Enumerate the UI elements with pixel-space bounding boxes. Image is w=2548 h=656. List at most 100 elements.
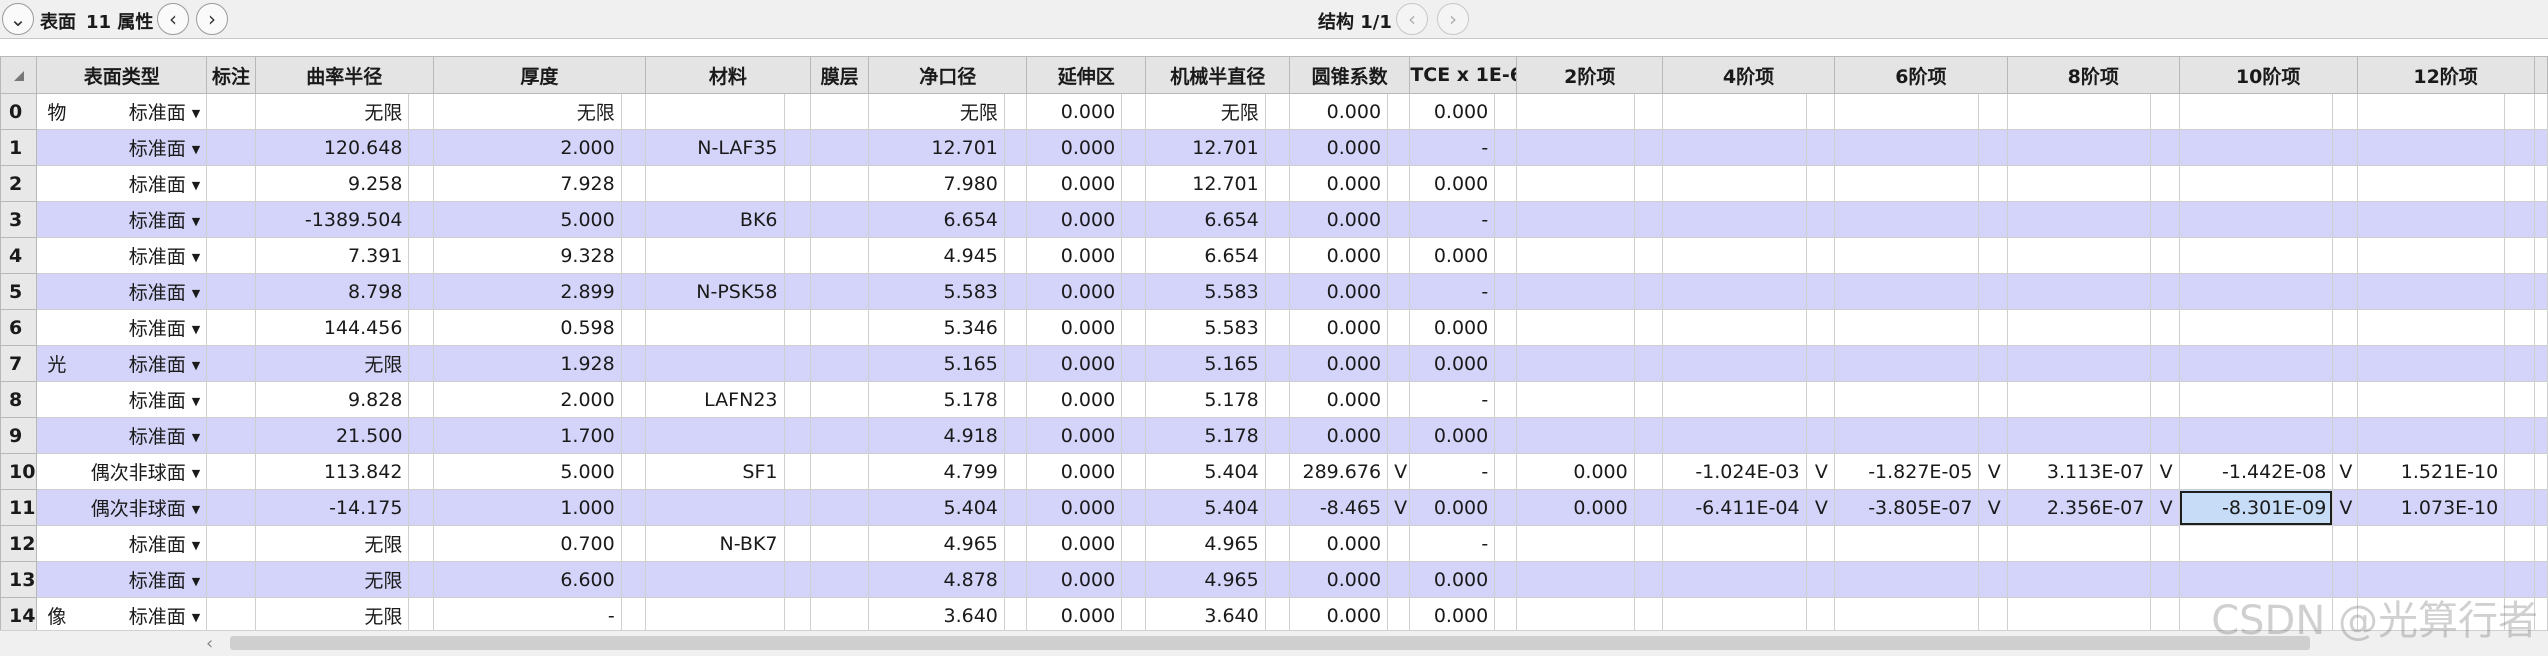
- comment-cell[interactable]: [206, 237, 256, 274]
- coef-10th-order-cell[interactable]: [2178, 201, 2334, 238]
- tce-solve-cell[interactable]: [1494, 165, 1518, 202]
- tce-cell[interactable]: 0.000: [1409, 345, 1496, 382]
- material-solve-cell[interactable]: [783, 381, 811, 418]
- coef-4th-order-variable-flag[interactable]: [1805, 417, 1835, 454]
- thickness-cell[interactable]: -: [432, 597, 622, 630]
- mech-semi-diameter-cell[interactable]: 4.965: [1145, 561, 1266, 598]
- coef-2nd-order-cell[interactable]: [1516, 201, 1635, 238]
- radius-solve-cell[interactable]: [408, 237, 434, 274]
- clear-aperture-cell[interactable]: 4.945: [868, 237, 1005, 274]
- thickness-cell[interactable]: 7.928: [432, 165, 622, 202]
- comment-cell[interactable]: [206, 129, 256, 166]
- mech-semi-diameter-cell[interactable]: 5.583: [1145, 273, 1266, 310]
- surface-type-cell[interactable]: 标准面 ▼: [36, 525, 208, 562]
- conic-cell[interactable]: 0.000: [1288, 237, 1389, 274]
- radius-cell[interactable]: 21.500: [254, 417, 410, 454]
- coef-2nd-order-flag[interactable]: [1633, 453, 1664, 490]
- conic-cell[interactable]: 289.676: [1288, 453, 1389, 490]
- radius-solve-cell[interactable]: [408, 93, 434, 130]
- coef-12th-order-cell[interactable]: [2356, 273, 2506, 310]
- dropdown-arrow-icon[interactable]: ▼: [192, 539, 200, 552]
- coef-10th-order-variable-flag[interactable]: [2332, 129, 2358, 166]
- conic-cell[interactable]: -8.465: [1288, 489, 1389, 526]
- clear-aperture-solve-cell[interactable]: [1003, 417, 1028, 454]
- coef-4th-order-variable-flag[interactable]: [1805, 597, 1835, 630]
- coating-cell[interactable]: [809, 561, 870, 598]
- material-solve-cell[interactable]: [783, 93, 811, 130]
- col-header-8th-order[interactable]: 8阶项: [2006, 56, 2180, 94]
- col-header-conic[interactable]: 圆锥系数: [1288, 56, 1411, 94]
- clear-aperture-cell[interactable]: 5.583: [868, 273, 1005, 310]
- col-header-clear-aperture[interactable]: 净口径: [868, 56, 1028, 94]
- table-row[interactable]: 1 标准面 ▼ 120.648 2.000 N-LAF35 12.701 0.000 12.70…: [0, 129, 2548, 166]
- dropdown-arrow-icon[interactable]: ▼: [192, 431, 200, 444]
- radius-solve-cell[interactable]: [408, 561, 434, 598]
- extension-cell[interactable]: 0.000: [1026, 273, 1123, 310]
- thickness-solve-cell[interactable]: [620, 165, 647, 202]
- dropdown-arrow-icon[interactable]: ▼: [192, 611, 200, 624]
- coef-12th-order-cell[interactable]: 1.521E-10: [2356, 453, 2506, 490]
- material-solve-cell[interactable]: [783, 129, 811, 166]
- dropdown-arrow-icon[interactable]: ▼: [192, 323, 200, 336]
- table-row[interactable]: 12 标准面 ▼ 无限 0.700 N-BK7 4.965 0.000 4.965 0.000-: [0, 525, 2548, 562]
- coef-10th-order-variable-flag[interactable]: V: [2332, 453, 2358, 490]
- coef-4th-order-variable-flag[interactable]: [1805, 309, 1835, 346]
- material-solve-cell[interactable]: [783, 237, 811, 274]
- surface-type-cell[interactable]: 标准面 ▼: [36, 165, 208, 202]
- comment-cell[interactable]: [206, 561, 256, 598]
- coef-2nd-order-flag[interactable]: [1633, 381, 1664, 418]
- coef-4th-order-cell[interactable]: [1662, 273, 1807, 310]
- coef-8th-order-cell[interactable]: [2006, 525, 2152, 562]
- conic-variable-flag[interactable]: [1387, 525, 1411, 562]
- tce-cell[interactable]: -: [1409, 273, 1496, 310]
- extension-cell[interactable]: 0.000: [1026, 129, 1123, 166]
- coef-2nd-order-flag[interactable]: [1633, 309, 1664, 346]
- material-cell[interactable]: [645, 237, 785, 274]
- clear-aperture-cell[interactable]: 5.165: [868, 345, 1005, 382]
- clear-aperture-solve-cell[interactable]: [1003, 453, 1028, 490]
- coef-12th-order-cell[interactable]: [2356, 525, 2506, 562]
- coef-8th-order-variable-flag[interactable]: [2150, 525, 2180, 562]
- coef-12th-order-cell[interactable]: [2356, 345, 2506, 382]
- conic-cell[interactable]: 0.000: [1288, 345, 1389, 382]
- coef-12th-order-flag[interactable]: [2504, 345, 2535, 382]
- comment-cell[interactable]: [206, 345, 256, 382]
- coef-2nd-order-cell[interactable]: 0.000: [1516, 489, 1635, 526]
- coef-10th-order-variable-flag[interactable]: [2332, 345, 2358, 382]
- material-cell[interactable]: SF1: [645, 453, 785, 490]
- thickness-cell[interactable]: 2.000: [432, 129, 622, 166]
- clear-aperture-solve-cell[interactable]: [1003, 489, 1028, 526]
- material-solve-cell[interactable]: [783, 345, 811, 382]
- table-row[interactable]: 2 标准面 ▼ 9.258 7.928 7.980 0.000 12.701 0.000 0.00…: [0, 165, 2548, 202]
- coef-6th-order-variable-flag[interactable]: [1978, 165, 2008, 202]
- coef-4th-order-cell[interactable]: -1.024E-03: [1662, 453, 1807, 490]
- coating-cell[interactable]: [809, 309, 870, 346]
- coef-4th-order-cell[interactable]: [1662, 129, 1807, 166]
- thickness-solve-cell[interactable]: [620, 237, 647, 274]
- coef-2nd-order-flag[interactable]: [1633, 237, 1664, 274]
- coef-10th-order-cell[interactable]: [2178, 417, 2334, 454]
- tce-cell[interactable]: 0.000: [1409, 237, 1496, 274]
- surface-type-cell[interactable]: 标准面 ▼: [36, 129, 208, 166]
- mech-semi-diameter-solve-cell[interactable]: [1264, 417, 1291, 454]
- clear-aperture-solve-cell[interactable]: [1003, 165, 1028, 202]
- coef-6th-order-cell[interactable]: [1833, 597, 1980, 630]
- radius-cell[interactable]: 7.391: [254, 237, 410, 274]
- radius-solve-cell[interactable]: [408, 345, 434, 382]
- coef-8th-order-variable-flag[interactable]: [2150, 273, 2180, 310]
- radius-cell[interactable]: 无限: [254, 525, 410, 562]
- comment-cell[interactable]: [206, 309, 256, 346]
- mech-semi-diameter-solve-cell[interactable]: [1264, 489, 1291, 526]
- surface-type-cell[interactable]: 标准面 ▼: [36, 381, 208, 418]
- conic-cell[interactable]: 0.000: [1288, 561, 1389, 598]
- properties-toggle[interactable]: 11 属性: [86, 8, 153, 34]
- coef-10th-order-cell[interactable]: [2178, 93, 2334, 130]
- coef-8th-order-cell[interactable]: [2006, 309, 2152, 346]
- radius-cell[interactable]: 无限: [254, 345, 410, 382]
- coef-6th-order-variable-flag[interactable]: [1978, 345, 2008, 382]
- coef-4th-order-cell[interactable]: [1662, 201, 1807, 238]
- coef-2nd-order-cell[interactable]: [1516, 597, 1635, 630]
- coating-cell[interactable]: [809, 417, 870, 454]
- coef-12th-order-cell[interactable]: [2356, 93, 2506, 130]
- mech-semi-diameter-cell[interactable]: 12.701: [1145, 129, 1266, 166]
